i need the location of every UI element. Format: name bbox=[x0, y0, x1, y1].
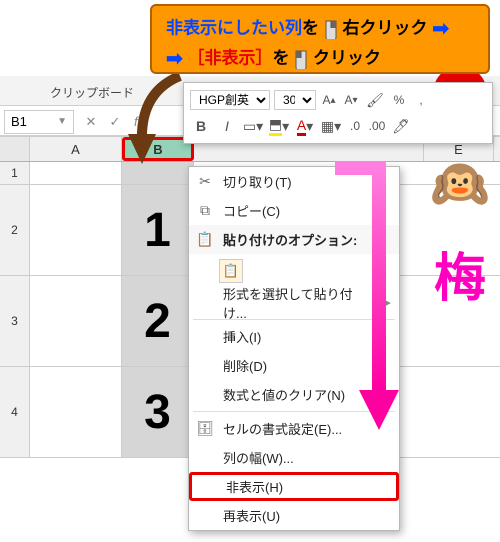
menu-paste-special[interactable]: 形式を選択して貼り付け... ▶ bbox=[189, 288, 399, 317]
row-header-4[interactable]: 4 bbox=[0, 367, 30, 457]
row-header-3[interactable]: 3 bbox=[0, 276, 30, 366]
copy-icon: ⧉ bbox=[195, 201, 215, 221]
cell-b4[interactable]: 3 bbox=[122, 367, 194, 457]
fill-color-button[interactable]: ⬒▾ bbox=[268, 115, 290, 137]
comma-icon[interactable]: , bbox=[412, 89, 430, 111]
row-header-1[interactable]: 1 bbox=[0, 162, 30, 184]
merge-button[interactable]: ▦▾ bbox=[320, 115, 342, 137]
menu-insert[interactable]: 挿入(I) bbox=[189, 322, 399, 351]
cancel-formula-icon[interactable]: ✕ bbox=[82, 114, 100, 130]
bold-button[interactable]: B bbox=[190, 115, 212, 137]
select-all-corner[interactable] bbox=[0, 137, 30, 161]
menu-cut[interactable]: ✂ 切り取り(T) bbox=[189, 167, 399, 196]
cell[interactable] bbox=[30, 367, 122, 457]
ume-text: 梅 bbox=[425, 228, 495, 318]
chevron-down-icon[interactable]: ▼ bbox=[57, 116, 67, 127]
submenu-arrow-icon: ▶ bbox=[383, 296, 391, 309]
paste-default-button[interactable]: 📋 bbox=[219, 259, 243, 283]
format-painter-icon[interactable]: 🖌 bbox=[364, 89, 386, 111]
group-clipboard-label: クリップボード bbox=[50, 84, 134, 101]
arrow-right-icon: ➡ bbox=[432, 18, 449, 40]
font-name-select[interactable]: HGP創英 bbox=[190, 90, 270, 110]
border-button[interactable]: ▭▾ bbox=[242, 115, 264, 137]
name-box[interactable]: B1 ▼ bbox=[4, 110, 74, 134]
fx-icon[interactable]: fx bbox=[130, 114, 148, 129]
menu-clear[interactable]: 数式と値のクリア(N) bbox=[189, 380, 399, 409]
menu-separator bbox=[193, 411, 395, 412]
instruction-callout: 非表示にしたい列を 右クリック ➡ ➡ ［非表示］を クリック bbox=[150, 4, 490, 74]
context-menu: ✂ 切り取り(T) ⧉ コピー(C) 📋 貼り付けのオプション: 📋 形式を選択… bbox=[188, 166, 400, 531]
font-color-button[interactable]: A▾ bbox=[294, 115, 316, 137]
cell[interactable] bbox=[30, 162, 122, 184]
cell-b3[interactable]: 2 bbox=[122, 276, 194, 366]
percent-icon[interactable]: % bbox=[390, 89, 408, 111]
col-header-a[interactable]: A bbox=[30, 137, 122, 161]
cell-selected[interactable] bbox=[122, 162, 194, 184]
mouse-left-icon bbox=[294, 49, 308, 69]
menu-delete[interactable]: 削除(D) bbox=[189, 351, 399, 380]
cell[interactable] bbox=[30, 185, 122, 275]
decimal-inc-icon[interactable]: .00 bbox=[368, 115, 386, 137]
row-header-2[interactable]: 2 bbox=[0, 185, 30, 275]
menu-col-width[interactable]: 列の幅(W)... bbox=[189, 443, 399, 472]
menu-copy[interactable]: ⧉ コピー(C) bbox=[189, 196, 399, 225]
format-button[interactable]: 🖊 bbox=[390, 115, 412, 137]
confirm-formula-icon[interactable]: ✓ bbox=[106, 114, 124, 130]
cell-b2[interactable]: 1 bbox=[122, 185, 194, 275]
menu-format-cells[interactable]: 🗄 セルの書式設定(E)... bbox=[189, 414, 399, 443]
increase-font-icon[interactable]: A▴ bbox=[320, 89, 338, 111]
mouse-right-icon bbox=[324, 19, 338, 39]
format-cells-icon: 🗄 bbox=[195, 419, 215, 439]
italic-button[interactable]: I bbox=[216, 115, 238, 137]
monkey-icon: 🙉 bbox=[425, 138, 495, 228]
mini-toolbar: HGP創英 30 A▴ A▾ 🖌 % , B I ▭▾ ⬒▾ A▾ ▦▾ .0 … bbox=[183, 82, 493, 144]
menu-paste-options-header: 📋 貼り付けのオプション: bbox=[189, 225, 399, 254]
cell[interactable] bbox=[30, 276, 122, 366]
decrease-font-icon[interactable]: A▾ bbox=[342, 89, 360, 111]
arrow-right-icon: ➡ bbox=[166, 48, 183, 70]
scissors-icon: ✂ bbox=[195, 172, 215, 192]
clipboard-icon: 📋 bbox=[195, 230, 215, 250]
menu-hide[interactable]: 非表示(H) bbox=[189, 472, 399, 501]
callout-text: 非表示にしたい列 bbox=[166, 18, 302, 37]
font-size-select[interactable]: 30 bbox=[274, 90, 316, 110]
decimal-dec-icon[interactable]: .0 bbox=[346, 115, 364, 137]
menu-unhide[interactable]: 再表示(U) bbox=[189, 501, 399, 530]
